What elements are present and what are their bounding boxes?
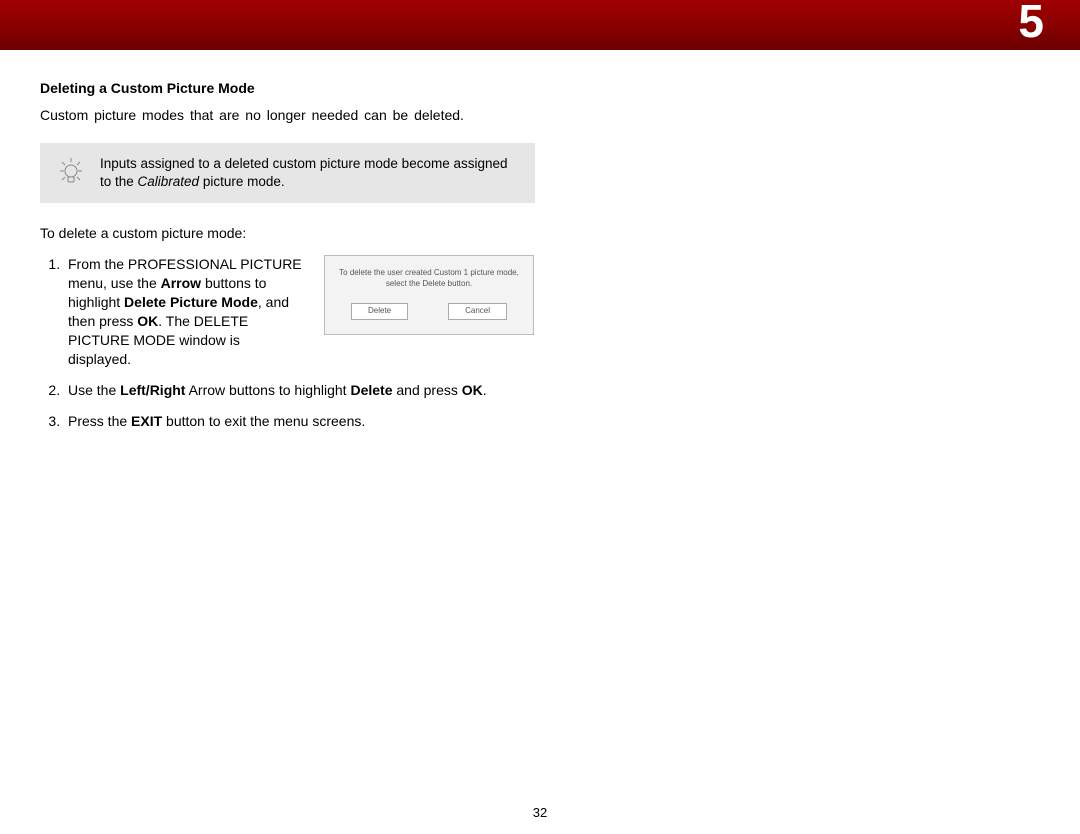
dialog-delete-button: Delete (351, 303, 408, 319)
intro-paragraph: Custom picture modes that are no longer … (40, 106, 520, 125)
step-1: From the PROFESSIONAL PICTURE menu, use … (64, 255, 520, 368)
section-title: Deleting a Custom Picture Mode (40, 80, 520, 96)
dialog-cancel-button: Cancel (448, 303, 507, 319)
tip-text-italic: Calibrated (138, 174, 200, 189)
tip-text-part2: picture mode. (199, 174, 285, 189)
dialog-screenshot: To delete the user created Custom 1 pict… (324, 255, 534, 334)
delete-dialog: To delete the user created Custom 1 pict… (324, 255, 534, 334)
tip-text: Inputs assigned to a deleted custom pict… (100, 156, 508, 189)
header-bar: 5 (0, 0, 1080, 50)
dialog-buttons: Delete Cancel (333, 303, 525, 319)
dialog-message-line2: select the Delete button. (333, 279, 525, 289)
steps-list: From the PROFESSIONAL PICTURE menu, use … (40, 255, 520, 430)
page-number: 32 (533, 805, 547, 820)
tip-callout: Inputs assigned to a deleted custom pict… (40, 143, 535, 203)
page-content: Deleting a Custom Picture Mode Custom pi… (0, 50, 560, 430)
step-2: Use the Left/Right Arrow buttons to high… (64, 381, 520, 400)
step-1-text: From the PROFESSIONAL PICTURE menu, use … (68, 255, 304, 368)
lightbulb-icon (56, 156, 86, 190)
lead-line: To delete a custom picture mode: (40, 225, 520, 241)
chapter-number: 5 (1018, 0, 1044, 48)
step-3: Press the EXIT button to exit the menu s… (64, 412, 520, 431)
dialog-message-line1: To delete the user created Custom 1 pict… (333, 268, 525, 278)
